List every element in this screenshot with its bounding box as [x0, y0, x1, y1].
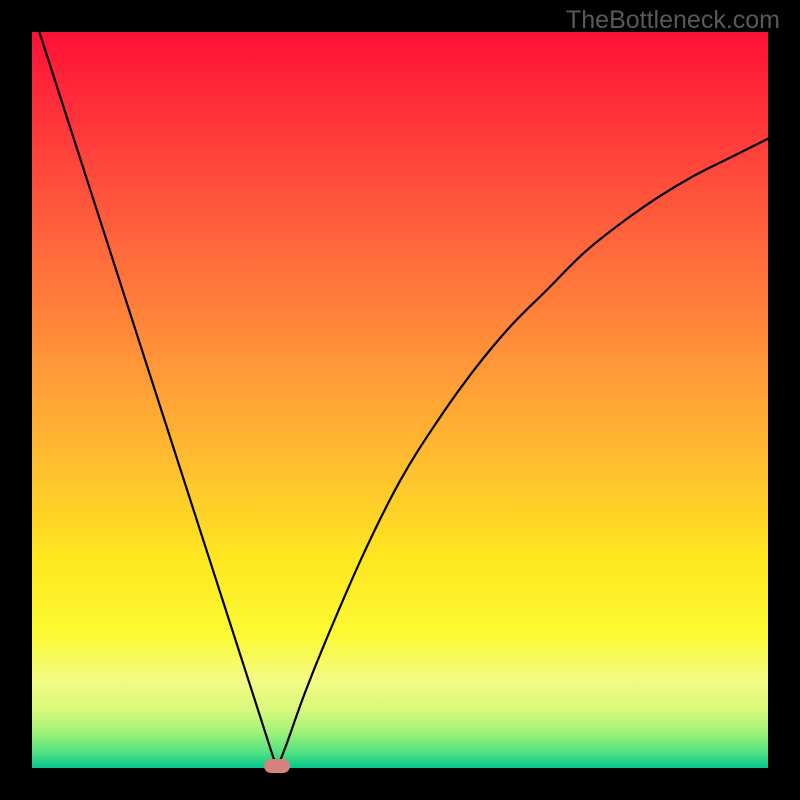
optimal-marker: [264, 759, 290, 773]
bottleneck-curve: [32, 32, 768, 768]
plot-area: [32, 32, 768, 768]
chart-container: TheBottleneck.com: [0, 0, 800, 800]
watermark-text: TheBottleneck.com: [566, 6, 780, 35]
